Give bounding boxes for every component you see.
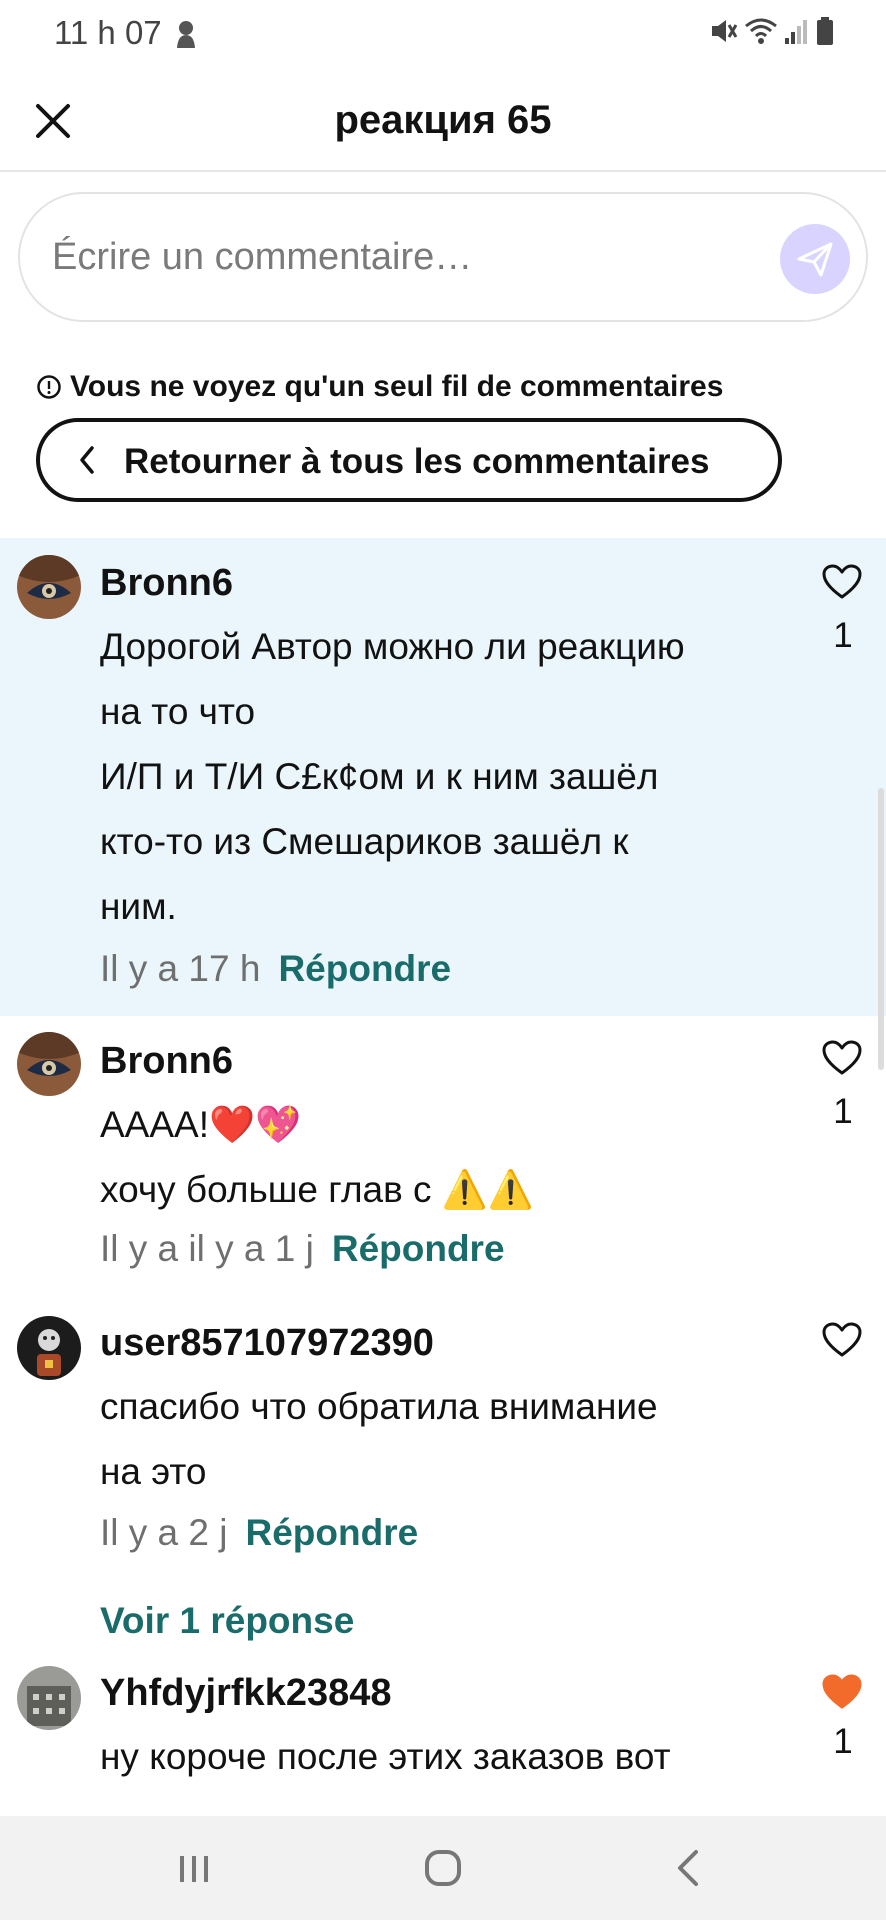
comment-line: И/П и Т/И С£к¢ом и к ним зашёл	[100, 756, 659, 797]
comment-line: хочу больше глав с ⚠️⚠️	[100, 1169, 534, 1210]
avatar[interactable]	[17, 555, 81, 619]
scrollbar[interactable]	[878, 788, 884, 1070]
comment-line: кто-то из Смешариков зашёл к	[100, 821, 629, 862]
comment-line: на то что	[100, 691, 256, 732]
comment-text: спасибо что обратила внимание на это	[100, 1374, 780, 1504]
reply-button[interactable]: Répondre	[332, 1228, 505, 1270]
comment-item: Bronn6 Дорогой Автор можно ли реакцию на…	[0, 538, 886, 1016]
comment-username[interactable]: Yhfdyjrfkk23848	[100, 1672, 392, 1715]
avatar[interactable]	[17, 1666, 81, 1730]
reply-button[interactable]: Répondre	[246, 1512, 419, 1554]
view-replies-link[interactable]: Voir 1 réponse	[100, 1600, 354, 1642]
heart-icon[interactable]	[822, 1040, 862, 1076]
comment-time: Il y a il y a 1 j	[100, 1228, 314, 1269]
comment-meta: Il y a il y a 1 j Répondre	[100, 1228, 505, 1270]
comment-item: Bronn6 АААА!❤️💖 хочу больше глав с ⚠️⚠️ …	[0, 1016, 886, 1286]
comment-line: на это	[100, 1451, 207, 1492]
heart-icon[interactable]	[822, 564, 862, 600]
avatar[interactable]	[17, 1032, 81, 1096]
comment-item: user857107972390 спасибо что обратила вн…	[0, 1286, 886, 1666]
heart-filled-icon[interactable]	[822, 1674, 862, 1710]
back-to-all-comments-button[interactable]: Retourner à tous les commentaires	[36, 418, 782, 502]
avatar[interactable]	[17, 1316, 81, 1380]
notification-icon	[177, 21, 195, 48]
status-bar: 11 h 07	[0, 0, 886, 70]
reply-button[interactable]: Répondre	[278, 948, 451, 990]
avatar-image	[17, 1666, 81, 1730]
send-icon	[797, 242, 833, 277]
comment-meta: Il y a 2 j Répondre	[100, 1512, 418, 1554]
comment-username[interactable]: user857107972390	[100, 1322, 434, 1365]
comment-line: ним.	[100, 886, 177, 927]
comment-text: ну короче после этих заказов вот	[100, 1724, 780, 1789]
avatar-image	[17, 1032, 81, 1096]
system-nav-bar	[0, 1816, 886, 1920]
comment-time: Il y a 2 j	[100, 1512, 228, 1553]
avatar-image	[17, 1316, 81, 1380]
signal-icon	[785, 20, 807, 44]
comment-time: Il y a 17 h	[100, 948, 261, 989]
wifi-icon	[745, 18, 777, 44]
comment-line: спасибо что обратила внимание	[100, 1386, 658, 1427]
comment-line: ну короче после этих заказов вот	[100, 1736, 671, 1777]
comment-username[interactable]: Bronn6	[100, 1040, 233, 1083]
header: реакция 65	[0, 70, 886, 172]
avatar-image	[17, 555, 81, 619]
home-icon[interactable]	[421, 1846, 465, 1890]
battery-icon	[817, 17, 833, 45]
like-count: 1	[833, 1092, 853, 1131]
status-icons	[708, 16, 834, 46]
info-icon	[37, 375, 61, 399]
chevron-left-icon	[80, 446, 94, 474]
comment-username[interactable]: Bronn6	[100, 562, 233, 605]
comment-line: Дорогой Автор можно ли реакцию	[100, 626, 685, 667]
mute-icon	[712, 20, 738, 42]
status-time: 11 h 07	[54, 14, 162, 51]
comment-text: АААА!❤️💖 хочу больше глав с ⚠️⚠️	[100, 1092, 780, 1222]
back-button-label: Retourner à tous les commentaires	[124, 442, 710, 481]
comment-box	[18, 192, 868, 322]
heart-icon[interactable]	[822, 1322, 862, 1358]
back-icon[interactable]	[668, 1846, 712, 1890]
comment-item: Yhfdyjrfkk23848 ну короче после этих зак…	[0, 1666, 886, 1816]
thread-notice: Vous ne voyez qu'un seul fil de commenta…	[36, 370, 723, 404]
comment-text: Дорогой Автор можно ли реакцию на то что…	[100, 614, 780, 939]
like-count: 1	[833, 616, 853, 655]
page-title: реакция 65	[334, 98, 552, 142]
recent-apps-icon[interactable]	[172, 1846, 216, 1890]
comment-input[interactable]	[52, 224, 702, 290]
thread-notice-text: Vous ne voyez qu'un seul fil de commenta…	[70, 370, 724, 403]
comment-line: АААА!❤️💖	[100, 1104, 302, 1145]
send-button[interactable]	[780, 224, 850, 294]
comment-meta: Il y a 17 h Répondre	[100, 948, 451, 990]
like-count: 1	[833, 1722, 853, 1761]
